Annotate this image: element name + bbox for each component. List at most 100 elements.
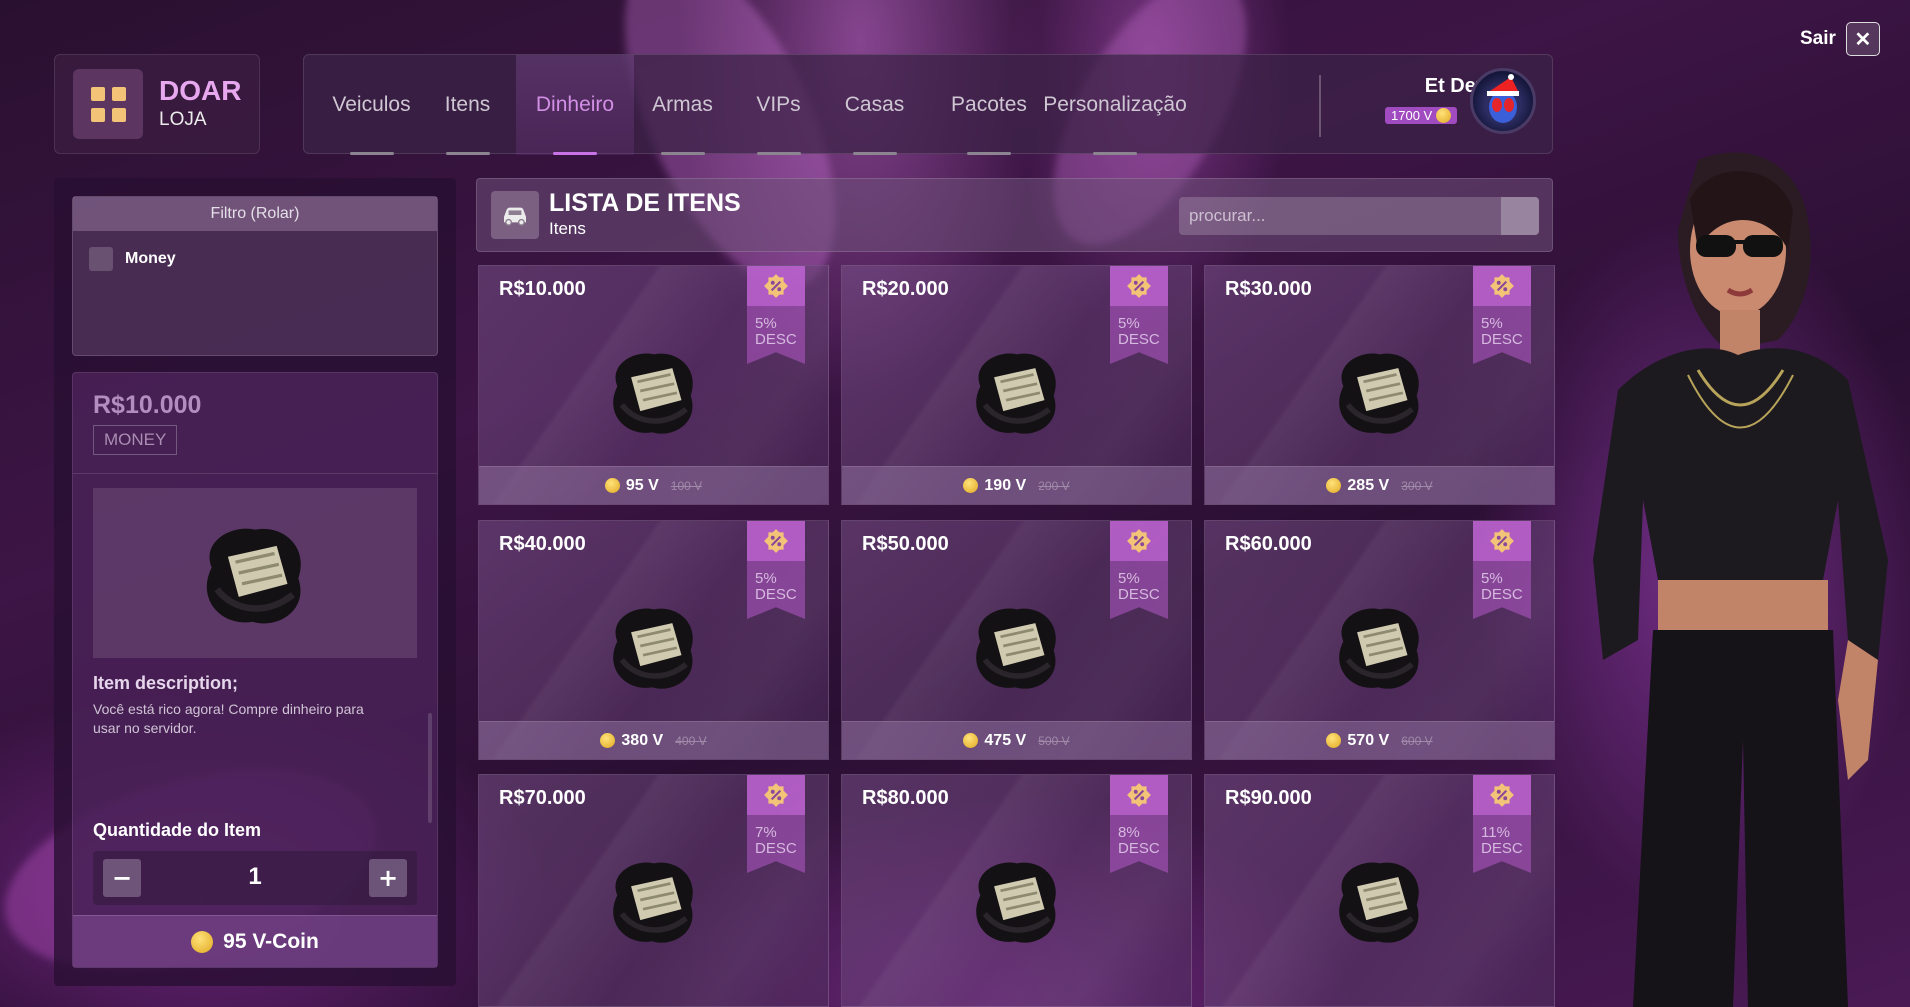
tab-indicator bbox=[967, 152, 1011, 155]
quantity-label: Quantidade do Item bbox=[93, 820, 262, 840]
detail-item-name: R$10.000 bbox=[93, 391, 202, 419]
search-input[interactable] bbox=[1179, 197, 1501, 235]
coin-icon bbox=[1326, 478, 1342, 493]
item-name: R$80.000 bbox=[862, 787, 949, 809]
item-old-price: 400 V bbox=[675, 733, 707, 748]
discount-percent: 11% bbox=[1481, 824, 1510, 841]
nav-divider bbox=[1319, 75, 1321, 137]
discount-percent: 5% bbox=[1118, 315, 1140, 332]
discount-label: DESC bbox=[1481, 840, 1523, 857]
car-icon-svg bbox=[504, 207, 526, 226]
category-nav: Veiculos Itens Dinheiro Armas VIPs Casas… bbox=[303, 54, 1553, 155]
item-price: 285 V bbox=[1347, 476, 1390, 494]
item-name: R$20.000 bbox=[862, 278, 949, 300]
tab-indicator bbox=[660, 152, 705, 155]
item-card[interactable]: R$70.000 7% DESC bbox=[478, 774, 829, 1007]
tab-label: Armas bbox=[652, 93, 713, 116]
item-card[interactable]: R$10.000 5% DESC 95 V 100 V bbox=[478, 265, 829, 505]
item-image bbox=[1325, 591, 1435, 701]
item-card[interactable]: R$40.000 5% DESC 380 V 400 V bbox=[478, 520, 829, 760]
item-card[interactable]: R$20.000 5% DESC 190 V 200 V bbox=[841, 265, 1192, 505]
tab-casas[interactable]: Casas bbox=[827, 55, 922, 155]
tab-itens[interactable]: Itens bbox=[420, 55, 515, 155]
tab-vips[interactable]: VIPs bbox=[731, 55, 826, 155]
coin-icon bbox=[604, 478, 620, 493]
filter-checkbox[interactable] bbox=[89, 247, 113, 271]
money-bag-icon bbox=[976, 353, 1056, 434]
item-old-price: 300 V bbox=[1401, 478, 1433, 493]
tab-veiculos[interactable]: Veiculos bbox=[324, 55, 419, 155]
item-name: R$40.000 bbox=[499, 533, 586, 555]
item-old-price: 600 V bbox=[1401, 733, 1433, 748]
coin-icon bbox=[963, 733, 979, 748]
item-card[interactable]: R$50.000 5% DESC 475 V 500 V bbox=[841, 520, 1192, 760]
tab-label: Dinheiro bbox=[535, 93, 615, 116]
money-bag-icon bbox=[1339, 353, 1419, 434]
tab-indicator bbox=[445, 152, 490, 155]
item-image bbox=[962, 336, 1072, 446]
buy-button[interactable]: 95 V-Coin bbox=[73, 915, 437, 967]
item-image bbox=[599, 591, 709, 701]
tab-personalizacao[interactable]: Personalização bbox=[1040, 55, 1190, 155]
item-price-bar: 95 V 100 V bbox=[479, 466, 828, 504]
alien-avatar-icon bbox=[1487, 74, 1519, 123]
store-subtitle: LOJA bbox=[159, 109, 207, 130]
tab-armas[interactable]: Armas bbox=[635, 55, 730, 155]
coin-icon bbox=[191, 930, 214, 953]
discount-percent: 7% bbox=[755, 824, 777, 841]
item-image bbox=[599, 845, 709, 955]
money-bag-icon bbox=[976, 608, 1056, 689]
discount-ribbon: 5% DESC bbox=[747, 266, 805, 364]
item-detail-panel: R$10.000 MONEY Item description; Você es… bbox=[72, 372, 438, 968]
tab-label: Casas bbox=[844, 93, 905, 116]
item-card[interactable]: R$30.000 5% DESC 285 V 300 V bbox=[1204, 265, 1555, 505]
tab-pacotes[interactable]: Pacotes bbox=[934, 55, 1044, 155]
item-name: R$50.000 bbox=[862, 533, 949, 555]
store-logo: DOAR LOJA bbox=[54, 54, 260, 154]
list-subtitle: Itens bbox=[549, 219, 586, 238]
avatar[interactable] bbox=[1470, 68, 1536, 134]
increase-quantity-button[interactable]: + bbox=[369, 859, 407, 897]
item-image bbox=[962, 845, 1072, 955]
money-bag-icon bbox=[1339, 862, 1419, 943]
discount-label: DESC bbox=[755, 586, 797, 603]
money-bag-icon bbox=[206, 528, 301, 624]
item-card[interactable]: R$80.000 8% DESC bbox=[841, 774, 1192, 1007]
description-scrollbar[interactable] bbox=[428, 713, 432, 823]
coin-icon bbox=[963, 478, 979, 493]
item-price-bar: 190 V 200 V bbox=[842, 466, 1191, 504]
money-bag-icon bbox=[1339, 608, 1419, 689]
discount-ribbon: 11% DESC bbox=[1473, 775, 1531, 873]
tab-dinheiro[interactable]: Dinheiro bbox=[516, 55, 634, 155]
search-button[interactable] bbox=[1501, 197, 1539, 235]
divider bbox=[73, 473, 437, 474]
item-image bbox=[1325, 336, 1435, 446]
store-title: DOAR bbox=[159, 75, 242, 106]
filter-option-money[interactable]: Money bbox=[89, 247, 176, 271]
item-card[interactable]: R$60.000 5% DESC 570 V 600 V bbox=[1204, 520, 1555, 760]
discount-badge-icon bbox=[1127, 529, 1151, 553]
grid-icon bbox=[73, 69, 143, 139]
discount-ribbon: 5% DESC bbox=[1110, 521, 1168, 619]
item-name: R$70.000 bbox=[499, 787, 586, 809]
discount-percent: 5% bbox=[755, 570, 777, 587]
left-panel: Filtro (Rolar) Money R$10.000 MONEY Item… bbox=[54, 178, 456, 986]
discount-badge-icon bbox=[1127, 783, 1151, 807]
item-price: 475 V bbox=[984, 731, 1027, 749]
discount-badge-icon bbox=[764, 529, 788, 553]
user-balance-badge: 1700 V bbox=[1385, 107, 1458, 124]
item-name: R$30.000 bbox=[1225, 278, 1312, 300]
discount-ribbon: 5% DESC bbox=[1110, 266, 1168, 364]
item-name: R$60.000 bbox=[1225, 533, 1312, 555]
user-balance: 1700 V bbox=[1391, 108, 1433, 123]
item-image bbox=[1325, 845, 1435, 955]
discount-label: DESC bbox=[755, 840, 797, 857]
close-icon[interactable]: ✕ bbox=[1845, 22, 1880, 56]
tab-indicator bbox=[852, 152, 897, 155]
money-bag-icon bbox=[613, 608, 693, 689]
filter-panel: Filtro (Rolar) Money bbox=[72, 196, 438, 356]
discount-ribbon: 5% DESC bbox=[1473, 521, 1531, 619]
item-card[interactable]: R$90.000 11% DESC bbox=[1204, 774, 1555, 1007]
character-illustration bbox=[1593, 152, 1888, 1007]
discount-badge-icon bbox=[1490, 529, 1514, 553]
